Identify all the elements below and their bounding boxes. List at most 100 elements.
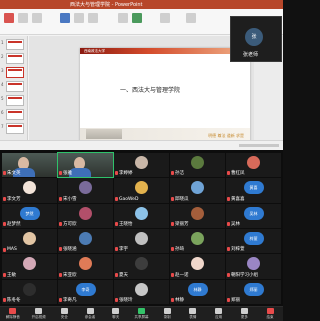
toolbar-button-mic-muted[interactable]: 解除静音: [3, 308, 23, 320]
toolbar-label: 参会者: [84, 315, 96, 319]
participant-name: 李奇凡: [63, 298, 77, 303]
participant-name: 邱晓瓜: [175, 196, 189, 202]
toolbar-label: 开启视频: [31, 315, 46, 319]
slide-thumbnail[interactable]: [6, 53, 24, 64]
toolbar-button-video[interactable]: 开启视频: [29, 308, 49, 320]
participant-name: 宋小雪: [63, 196, 77, 202]
toolbar-button-more[interactable]: 更多: [234, 308, 254, 320]
mic-muted-icon: [3, 171, 6, 176]
participant-tile[interactable]: 张晓玲: [114, 279, 169, 304]
participant-tile[interactable]: 方可欣: [58, 203, 113, 228]
participant-tile[interactable]: 王晓怡: [114, 203, 169, 228]
mic-muted-icon: [3, 196, 6, 201]
participant-name: 林静: [175, 298, 184, 303]
participant-label: 王敏: [3, 272, 16, 278]
participant-name: 曹红凤: [231, 171, 245, 177]
thumb-number-7: 7: [1, 124, 4, 129]
reaction-icon: [189, 308, 197, 314]
bold-icon: [74, 13, 84, 23]
mic-muted-icon: [171, 247, 174, 252]
toolbar-label: 应用: [215, 315, 223, 319]
participant-label: MAS: [3, 247, 17, 252]
participant-tile[interactable]: 梁丽芳: [170, 203, 225, 228]
participant-tile[interactable]: 宋小雪: [58, 178, 113, 203]
toolbar-button-shield[interactable]: 安全: [54, 308, 74, 320]
participant-tile[interactable]: 陈冬冬: [2, 279, 57, 304]
slide-thumbnail-active[interactable]: [6, 67, 24, 78]
participant-name: 刘梓萱: [231, 247, 245, 253]
participant-avatar: [135, 206, 148, 220]
mic-muted-icon: [115, 298, 118, 302]
participant-tile[interactable]: 李奇 李奇凡: [58, 279, 113, 304]
toolbar-button-reaction[interactable]: 表情: [183, 308, 203, 320]
participant-tile[interactable]: 吴林 吴林: [226, 203, 281, 228]
participant-avatar: 梦然: [19, 206, 40, 220]
thumb-number-2: 2: [1, 54, 4, 59]
zoom-slider[interactable]: [239, 144, 279, 147]
find-icon: [186, 13, 196, 23]
participant-tile[interactable]: 梦然 赵梦然: [2, 203, 57, 228]
slide-thumbnail[interactable]: [6, 123, 24, 134]
participant-avatar: [191, 257, 204, 271]
participant-tile[interactable]: 曹红凤: [226, 153, 281, 178]
participant-tile[interactable]: 张晓涵: [58, 229, 113, 254]
participant-tile[interactable]: 朝阳学习小组: [226, 254, 281, 279]
participant-tile[interactable]: GaoWeD: [114, 178, 169, 203]
participant-label: 张晓玲: [115, 297, 133, 303]
mic-muted-icon: [227, 171, 230, 176]
mic-muted-icon: [3, 298, 6, 302]
participant-tile[interactable]: 夏天: [114, 254, 169, 279]
slide-thumbnail[interactable]: [6, 109, 24, 120]
participant-name: 朱文英: [7, 171, 21, 177]
mic-muted-icon: [59, 222, 62, 226]
slide-thumbnail[interactable]: [6, 95, 24, 106]
participant-label: 赵梦然: [3, 221, 21, 227]
participant-tile[interactable]: 孙琦: [170, 229, 225, 254]
toolbar-button-apps[interactable]: 应用: [209, 308, 229, 320]
participant-tile[interactable]: 李婷婷: [114, 153, 169, 178]
toolbar-label: 安全: [60, 315, 68, 319]
participant-label: 李奇凡: [59, 297, 77, 303]
toolbar-button-participants[interactable]: 参会者: [80, 308, 100, 320]
new-slide-icon: [18, 13, 28, 23]
thumb-number-4: 4: [1, 82, 4, 87]
mic-muted-icon: [115, 197, 118, 202]
participant-tile[interactable]: 朱文英: [2, 153, 57, 178]
toolbar-label: 录制: [163, 315, 171, 319]
current-slide[interactable]: 西南政法大学 一、西法大与管理学院 明德 尊法 道新 求是: [80, 48, 250, 142]
slide-thumbnail[interactable]: [6, 81, 24, 92]
participant-tile[interactable]: 宋亚欣: [58, 254, 113, 279]
toolbar-button-chat[interactable]: 聊天: [106, 308, 126, 320]
mic-muted-icon: [59, 298, 62, 302]
participant-tile[interactable]: 王敏: [2, 254, 57, 279]
participant-name: 王敏: [7, 272, 16, 278]
slide-thumbnail[interactable]: [6, 39, 24, 50]
participant-tile[interactable]: 邱晓瓜: [170, 178, 225, 203]
participant-tile[interactable]: 李宇: [114, 229, 169, 254]
participant-avatar: [247, 156, 260, 169]
shield-icon: [60, 308, 68, 314]
window-title: 西法大与管理学院 - PowerPoint: [70, 2, 143, 8]
participant-tile[interactable]: 孙洁: [170, 153, 225, 178]
participant-avatar: [23, 232, 36, 245]
participant-tile[interactable]: 郑丽 郑丽: [226, 279, 281, 304]
participant-tile[interactable]: 梓萱 刘梓萱: [226, 229, 281, 254]
participant-label: 朱文英: [3, 170, 21, 176]
participant-tile[interactable]: 张雅: [57, 151, 114, 179]
participant-tile[interactable]: 李文芳: [2, 178, 57, 203]
meeting-toolbar: 解除静音 开启视频 安全 参会者 聊天 共享屏幕 录制 表情 应用 更多 结束: [0, 306, 283, 321]
participant-tile[interactable]: 林静 林静: [170, 279, 225, 304]
toolbar-button-end-call[interactable]: 结束: [260, 308, 280, 320]
person-body: [69, 168, 91, 178]
toolbar-button-record[interactable]: 录制: [157, 308, 177, 320]
participant-avatar: [191, 181, 204, 195]
toolbar-button-share-screen[interactable]: 共享屏幕: [131, 308, 151, 320]
mic-muted-icon: [227, 196, 230, 201]
participant-tile[interactable]: 赵一诺: [170, 254, 225, 279]
mic-muted-icon: [3, 272, 6, 277]
participant-name: MAS: [7, 247, 17, 253]
self-view[interactable]: 张 张老师: [230, 16, 282, 62]
participant-tile[interactable]: MAS: [2, 229, 57, 254]
participant-tile[interactable]: 黄喜 黄喜喜: [226, 178, 281, 203]
participant-avatar: [23, 181, 36, 195]
